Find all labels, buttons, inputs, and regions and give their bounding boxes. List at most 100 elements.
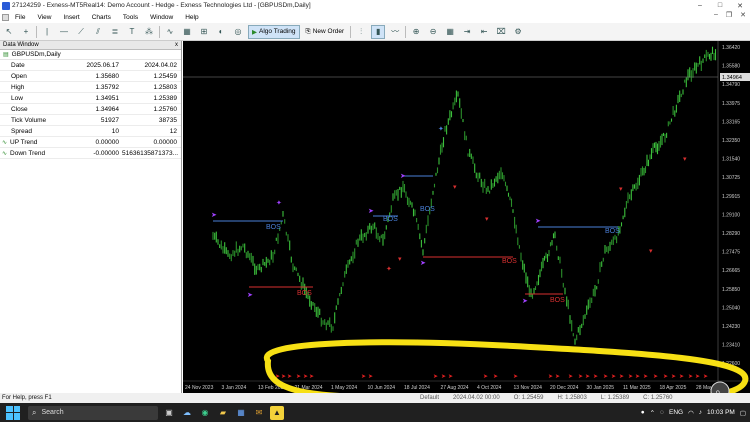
maximize-button[interactable]: □ (710, 0, 730, 11)
weather-icon[interactable]: ● (641, 409, 645, 416)
bar-chart-icon[interactable]: ⫶ (354, 25, 368, 39)
menu-window[interactable]: Window (144, 14, 179, 21)
edge-icon[interactable]: ◉ (198, 406, 212, 420)
menu-help[interactable]: Help (179, 14, 204, 21)
windows-start-icon[interactable] (6, 405, 20, 420)
taskbar-search[interactable]: ⌕ Search (28, 405, 158, 420)
widgets-icon[interactable]: ☁ (180, 406, 194, 420)
trendline-icon[interactable]: ⟋ (74, 25, 88, 39)
menu-insert[interactable]: Insert (57, 14, 85, 21)
date-tick-label: 3 Jan 2024 (222, 385, 247, 391)
data-window-header: Data Window x (0, 41, 181, 50)
chevron-up-icon[interactable]: ⌃ (650, 409, 655, 417)
signal-arrow: ➤ (619, 373, 624, 380)
zoom-out-icon[interactable]: ⊖ (426, 25, 440, 39)
data-window-panel: Data Window x ▤ GBPUSDm,Daily Date 2025.0… (0, 41, 182, 393)
indicator-icon: ∿ (2, 150, 8, 157)
price-tick-label: 1.23410 (722, 343, 740, 349)
objects-icon[interactable]: ▦ (180, 25, 194, 39)
title-bar: 27124259 - Exness-MT5Real14: Demo Accoun… (0, 0, 750, 11)
signal-arrow: ➤ (441, 373, 446, 380)
price-tick-label: 1.35580 (722, 64, 740, 70)
swing-marker: ▾ (619, 185, 623, 193)
swing-marker: ✦ (438, 125, 444, 133)
chart-canvas[interactable]: BOS BOS BOS BOS BOS BOS BOS ➤ ✦ ➤ ➤ ➤ ➤ … (183, 41, 750, 393)
signal-arrow: ➤ (578, 373, 583, 380)
play-icon: ▶ (252, 28, 257, 36)
signal-arrow: ➤ (548, 373, 553, 380)
lang-indicator[interactable]: ENG (669, 409, 683, 416)
candles-icon[interactable]: ▮ (371, 24, 386, 39)
data-row-tick-volume: Tick Volume 51927 38735 (0, 115, 181, 126)
notification-icon[interactable]: ▢ (740, 409, 746, 417)
store-icon[interactable]: ▦ (234, 406, 248, 420)
signal-arrow: ➤ (688, 373, 693, 380)
data-window-close-icon[interactable]: x (175, 42, 178, 48)
child-restore-icon[interactable]: ❐ (726, 11, 732, 19)
mail-icon[interactable]: ✉ (252, 406, 266, 420)
menu-file[interactable]: File (9, 14, 31, 21)
price-tick-label: 1.25040 (722, 305, 740, 311)
zoom-in-icon[interactable]: ⊕ (409, 25, 423, 39)
status-close: C: 1.25760 (643, 395, 673, 401)
cursor-icon[interactable]: ↖ (2, 25, 16, 39)
child-minimize-icon[interactable]: – (714, 11, 718, 19)
signal-arrow: ➤ (671, 373, 676, 380)
bos-label: BOS (420, 206, 435, 213)
status-help: For Help, press F1 (2, 395, 52, 401)
swing-marker: ▾ (453, 183, 457, 191)
close-button[interactable]: ✕ (730, 0, 750, 11)
menu-tools[interactable]: Tools (117, 14, 144, 21)
mt5-icon[interactable]: ▲ (270, 405, 284, 420)
price-tick-label: 1.33165 (722, 119, 740, 125)
signal-arrow: ➤ (593, 373, 598, 380)
signal-arrow: ➤ (281, 373, 286, 380)
menu-view[interactable]: View (31, 14, 57, 21)
indicators-icon[interactable]: ∿ (163, 25, 177, 39)
algo-trading-button[interactable]: ▶ Algo Trading (248, 24, 300, 39)
system-tray: ● ⌃ ◌ ENG ◠ ♪ 10:03 PM ▢ (641, 403, 746, 422)
shapes-icon[interactable]: ⁂ (142, 25, 156, 39)
data-row-open: Open 1.35680 1.25459 (0, 71, 181, 82)
child-close-icon[interactable]: ✕ (740, 11, 746, 19)
search-label: Search (41, 409, 64, 416)
price-chart[interactable]: BOS BOS BOS BOS BOS BOS BOS ➤ ✦ ➤ ➤ ➤ ➤ … (183, 41, 750, 393)
crosshair-icon[interactable]: + (19, 25, 33, 39)
data-window-title: Data Window (3, 42, 39, 48)
menu-charts[interactable]: Charts (86, 14, 117, 21)
date-tick-label: 30 Jan 2025 (587, 385, 615, 391)
status-high: H: 1.25803 (557, 395, 587, 401)
fibonacci-icon[interactable]: ≣ (108, 25, 122, 39)
minimize-button[interactable]: – (690, 0, 710, 11)
horizontal-line-icon[interactable]: — (57, 25, 71, 39)
channel-icon[interactable]: ⫽ (91, 25, 105, 39)
date-tick-label: 1 May 2024 (331, 385, 357, 391)
line-chart-icon[interactable]: 〰 (388, 25, 402, 39)
file-explorer-icon[interactable]: ▰ (216, 406, 230, 420)
settings-icon[interactable]: ⚙ (511, 25, 525, 39)
grid-icon[interactable]: ▦ (443, 25, 457, 39)
vertical-line-icon[interactable]: | (40, 25, 54, 39)
signal-arrow: ➤ (287, 373, 292, 380)
signal-arrow: ➤ (703, 373, 708, 380)
task-view-icon[interactable]: ▣ (162, 406, 176, 420)
timeframe-icon[interactable]: ⊞ (197, 25, 211, 39)
signal-arrow: ➤ (303, 373, 308, 380)
screenshot-icon[interactable]: ⌧ (494, 25, 508, 39)
wifi-icon[interactable]: ◠ (688, 409, 694, 417)
chart-shift-icon[interactable]: ⇤ (477, 25, 491, 39)
volume-icon[interactable]: ♪ (699, 409, 702, 416)
data-window-symbol: ▤ GBPUSDm,Daily (0, 50, 181, 60)
doc-icon (2, 13, 9, 21)
autoscroll-icon[interactable]: ⇥ (460, 25, 474, 39)
profile-icon[interactable]: ◎ (231, 25, 245, 39)
clock[interactable]: 10:03 PM (707, 409, 735, 416)
network-icon[interactable]: ◌ (660, 409, 664, 416)
signal-arrow: ➤ (513, 373, 518, 380)
new-order-button[interactable]: ⎘ New Order (303, 25, 348, 39)
swing-marker: ➤ (247, 291, 253, 299)
templates-icon[interactable]: ◐ (214, 25, 228, 39)
text-icon[interactable]: T (125, 25, 139, 39)
swing-marker: ▾ (485, 215, 489, 223)
signal-arrow: ➤ (368, 373, 373, 380)
